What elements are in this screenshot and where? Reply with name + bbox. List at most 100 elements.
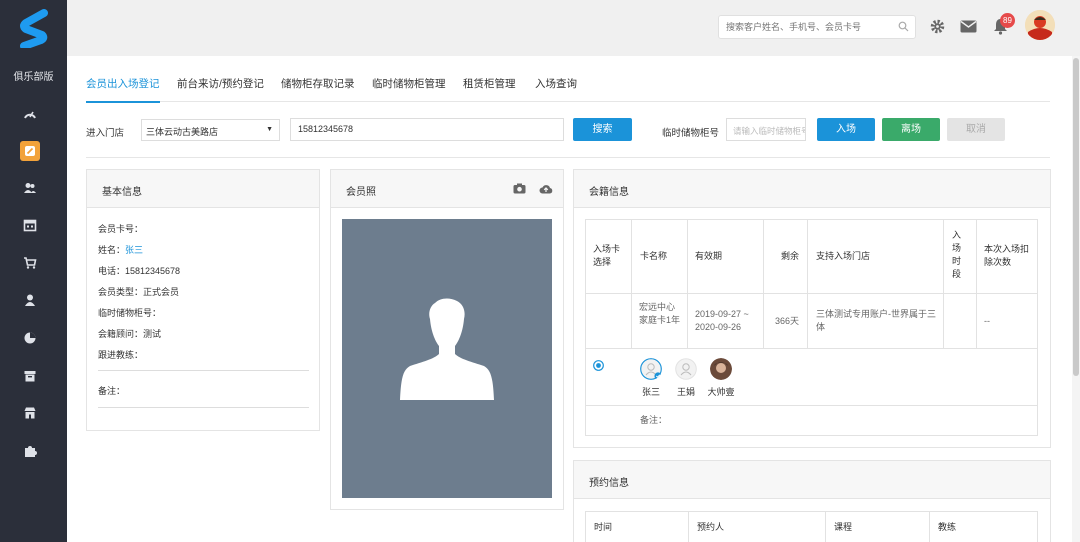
member-photo-placeholder[interactable]: [342, 219, 552, 498]
divider: [688, 512, 689, 542]
header-card-name: 卡名称: [640, 251, 668, 261]
header-stores: 支持入场门店: [816, 251, 871, 261]
tab-rental-locker[interactable]: 租赁柜管理: [463, 76, 516, 102]
remaining-cell: 366天: [775, 316, 800, 326]
card-number: 会员卡号：: [98, 224, 144, 234]
leave-button[interactable]: 离场: [882, 118, 940, 141]
header-validity: 有效期: [695, 251, 723, 261]
member-avatar-photo[interactable]: [710, 358, 732, 380]
calendar-icon[interactable]: [20, 215, 40, 235]
main-content: 会员出入场登记 前台来访/预约登记 储物柜存取记录 临时储物柜管理 租赁柜管理 …: [67, 56, 1072, 542]
customer-search[interactable]: [718, 15, 916, 39]
membership-note: 备注：: [640, 415, 668, 425]
store-select-value: 三体云动古美路店: [146, 127, 219, 137]
divider: [976, 220, 977, 348]
membership-table: 入场卡选择 卡名称 有效期 剩余 支持入场门店 入场时段 本次入场扣除次数 宏远…: [585, 219, 1038, 436]
dashboard-icon[interactable]: [20, 104, 40, 124]
member-photo-title: 会员照: [346, 187, 376, 198]
mail-icon[interactable]: [960, 20, 977, 33]
chevron-down-icon: ▼: [266, 126, 273, 133]
camera-icon[interactable]: [513, 183, 526, 194]
membership-title: 会籍信息: [574, 170, 1050, 208]
member-name-label: 王娟: [676, 387, 695, 397]
divider: [631, 220, 632, 348]
divider: [687, 220, 688, 348]
enter-button[interactable]: 入场: [817, 118, 875, 141]
archive-icon[interactable]: [20, 366, 40, 386]
divider: [586, 293, 1037, 294]
club-edition-label: 俱乐部版: [13, 72, 54, 83]
tab-temp-locker[interactable]: 临时储物柜管理: [372, 76, 446, 102]
card-select-radio[interactable]: [593, 360, 604, 371]
scrollbar-thumb[interactable]: [1073, 58, 1079, 376]
basic-info-panel: 基本信息 会员卡号： 姓名：张三 电话：15812345678 会员类型：正式会…: [86, 169, 320, 431]
divider: [943, 220, 944, 348]
divider: [86, 157, 1050, 158]
user-icon[interactable]: [20, 290, 40, 310]
membership-advisor: 会籍顾问：测试: [98, 329, 162, 339]
divider: [98, 370, 309, 371]
booking-title: 预约信息: [574, 461, 1050, 499]
temp-locker-number: 临时储物柜号：: [98, 308, 162, 318]
divider: [586, 405, 1037, 406]
member-note: 备注：: [98, 386, 126, 396]
search-button[interactable]: 搜索: [573, 118, 632, 141]
checkin-icon[interactable]: [20, 141, 40, 161]
stores-cell: 三体测试专用账户-世界属于三体: [816, 309, 936, 332]
booking-panel: 预约信息 时间 预约人 课程 教练: [573, 460, 1051, 542]
tab-entry-query[interactable]: 入场查询: [535, 76, 577, 102]
membership-panel: 会籍信息 入场卡选择 卡名称 有效期 剩余 支持入场门店 入场时段 本次入场扣除…: [573, 169, 1051, 448]
store-select[interactable]: 三体云动古美路店 ▼: [141, 119, 280, 141]
header-remaining: 剩余: [781, 251, 800, 261]
notification-count-badge: 89: [1000, 13, 1015, 28]
plugin-icon[interactable]: [20, 441, 40, 461]
follow-coach: 跟进教练：: [98, 350, 144, 360]
tab-locker-records[interactable]: 储物柜存取记录: [281, 76, 355, 102]
customer-search-input[interactable]: [719, 16, 889, 38]
store-label: 进入门店: [86, 128, 125, 139]
header-time: 时间: [594, 522, 613, 532]
header-coach: 教练: [938, 522, 957, 532]
divider: [586, 348, 1037, 349]
avatar-silhouette-icon: [400, 298, 494, 400]
divider: [929, 512, 930, 542]
tab-front-desk-visit[interactable]: 前台来访/预约登记: [177, 76, 264, 102]
member-type: 会员类型：正式会员: [98, 287, 180, 297]
header-deduct-count: 本次入场扣除次数: [984, 244, 1030, 267]
tab-member-checkin[interactable]: 会员出入场登记: [86, 76, 160, 103]
cloud-upload-icon[interactable]: [539, 184, 553, 194]
cancel-button[interactable]: 取消: [947, 118, 1005, 141]
store-icon[interactable]: [20, 403, 40, 423]
locker-input[interactable]: 请输入临时储物柜号: [726, 118, 806, 141]
member-name-label: 张三: [641, 387, 660, 397]
deduct-count-cell: --: [984, 316, 990, 326]
validity-cell: 2019-09-27 ~ 2020-09-26: [695, 309, 749, 332]
member-phone: 电话：15812345678: [98, 266, 181, 276]
booking-table: 时间 预约人 课程 教练: [585, 511, 1038, 542]
member-avatar-selected[interactable]: [640, 358, 662, 380]
divider: [825, 512, 826, 542]
cart-icon[interactable]: [20, 253, 40, 273]
member-name-label: 大帅壹: [707, 387, 735, 397]
member-avatar[interactable]: [675, 358, 697, 380]
app-logo[interactable]: [17, 8, 51, 48]
header-card-select: 入场卡选择: [593, 244, 621, 267]
name-label: 姓名：: [98, 245, 126, 255]
header-period: 入场时段: [952, 230, 962, 279]
tab-bar: 会员出入场登记 前台来访/预约登记 储物柜存取记录 临时储物柜管理 租赁柜管理 …: [86, 76, 1050, 103]
settings-gear-icon[interactable]: [929, 18, 946, 35]
name-value[interactable]: 张三: [125, 245, 143, 255]
pie-chart-icon[interactable]: [20, 328, 40, 348]
members-icon[interactable]: [20, 178, 40, 198]
member-name: 姓名：张三: [98, 243, 143, 256]
sidebar: 俱乐部版: [0, 0, 67, 542]
user-avatar[interactable]: [1025, 10, 1055, 40]
locker-label: 临时储物柜号: [662, 128, 720, 139]
phone-input[interactable]: 15812345678: [290, 118, 564, 141]
search-icon[interactable]: [898, 21, 909, 32]
divider: [98, 407, 309, 408]
card-name-cell: 宏远中心家庭卡1年: [639, 302, 681, 325]
member-photo-header: 会员照: [331, 170, 563, 208]
divider: [807, 220, 808, 348]
page-scrollbar[interactable]: [1072, 56, 1080, 542]
